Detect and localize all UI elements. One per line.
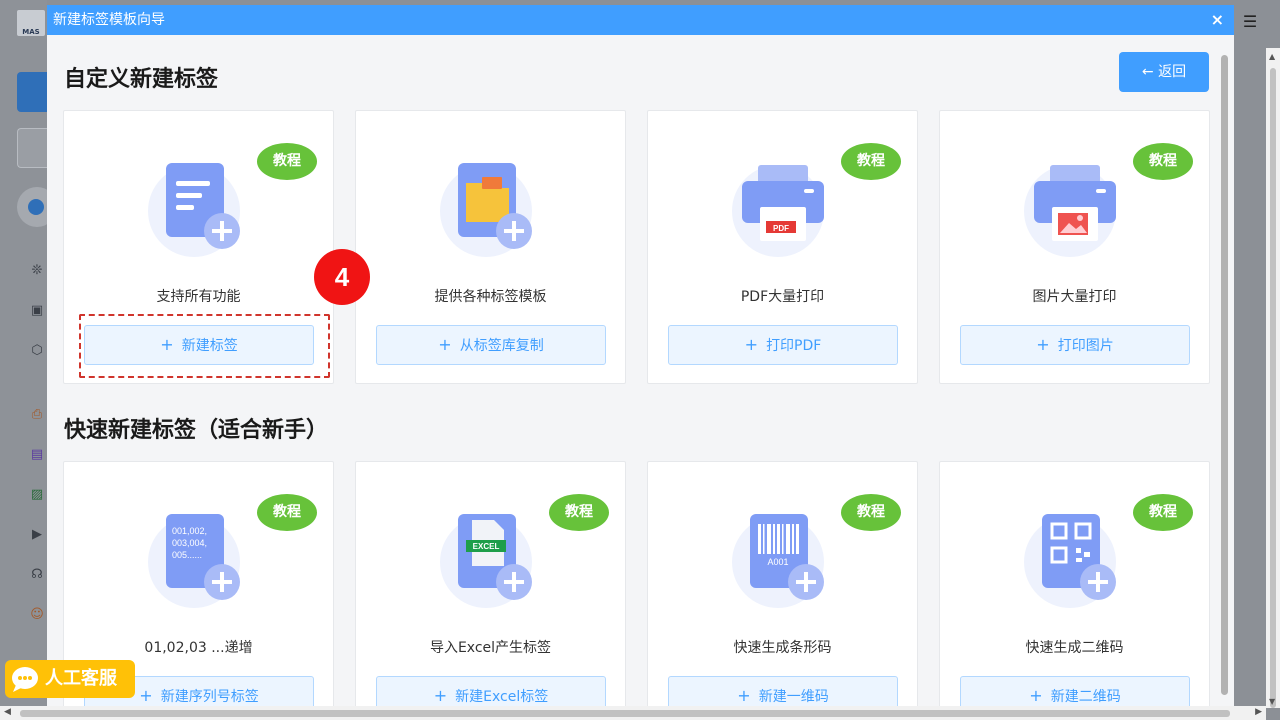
card-new-label: 教程 支持所有功能 + 新建标签 — [63, 110, 334, 384]
step-number-badge: 4 — [314, 249, 370, 305]
new-qrcode-button[interactable]: + 新建二维码 — [960, 676, 1190, 706]
back-button-label: 返回 — [1158, 64, 1187, 80]
new-excel-label-button[interactable]: + 新建Excel标签 — [376, 676, 606, 706]
horizontal-scrollbar[interactable]: ◀ ▶ — [0, 706, 1266, 720]
print-pdf-button-label: 打印PDF — [766, 338, 822, 354]
serial-line-1: 001,002, — [172, 526, 207, 536]
tutorial-badge[interactable]: 教程 — [841, 494, 901, 531]
new-label-wizard-dialog: 新建标签模板向导 × 自定义新建标签 ← 返回 教程 支持所有功能 +新建标签 — [47, 5, 1234, 706]
scroll-left-icon[interactable]: ◀ — [4, 707, 11, 717]
section-title-custom: 自定义新建标签 — [64, 67, 219, 92]
qrcode-icon — [1024, 514, 1116, 608]
video-icon: ▶ — [32, 527, 42, 542]
background-secondary-button — [17, 128, 47, 168]
image-icon: ▨ — [30, 487, 44, 502]
tutorial-badge[interactable]: 教程 — [257, 143, 317, 180]
plus-icon: + — [438, 335, 452, 354]
printer-pdf-icon: PDF — [732, 165, 824, 257]
tutorial-badge[interactable]: 教程 — [257, 494, 317, 531]
card-caption: 01,02,03 ...递增 — [144, 640, 253, 656]
card-print-image: 教程 图片大量打印 + 打印图片 — [939, 110, 1210, 384]
label-icon: ▣ — [30, 303, 44, 318]
print-image-button[interactable]: + 打印图片 — [960, 325, 1190, 365]
pdf-icon: ▤ — [30, 447, 44, 462]
card-qrcode: 教程 快速生成二维码 + 新建二维码 — [939, 461, 1210, 706]
copy-from-library-button-label: 从标签库复制 — [459, 338, 544, 354]
plus-icon: + — [1029, 686, 1043, 705]
new-qrcode-button-label: 新建二维码 — [1050, 689, 1121, 705]
plus-icon: + — [1036, 335, 1050, 354]
arrow-left-icon: ← — [1141, 64, 1154, 80]
dialog-vertical-scrollbar[interactable] — [1219, 55, 1229, 695]
card-barcode: 教程 A001 快速生成条形码 + 新建一维码 — [647, 461, 918, 706]
printer-icon: ⎙ — [31, 407, 43, 422]
print-image-button-label: 打印图片 — [1057, 338, 1114, 354]
card-print-pdf: 教程 PDF PDF大量打印 + 打印PDF — [647, 110, 918, 384]
printer-image-icon — [1024, 165, 1116, 257]
close-icon[interactable]: × — [1211, 5, 1224, 35]
user-icon: ☺ — [30, 607, 44, 622]
section-title-quick: 快速新建标签（适合新手） — [64, 418, 329, 443]
outer-scroll-thumb[interactable] — [1270, 68, 1276, 708]
sparkle-icon: ❊ — [31, 263, 43, 278]
back-button[interactable]: ← 返回 — [1119, 52, 1209, 92]
new-serial-label-button-label: 新建序列号标签 — [160, 689, 259, 705]
outer-vertical-scrollbar[interactable]: ▲ ▼ — [1266, 48, 1280, 708]
plus-icon: + — [139, 686, 153, 705]
chat-bubble-icon — [12, 667, 38, 692]
scroll-down-icon[interactable]: ▼ — [1269, 697, 1275, 706]
tutorial-badge[interactable]: 教程 — [1133, 494, 1193, 531]
barcode-text: A001 — [767, 557, 788, 567]
scroll-right-icon[interactable]: ▶ — [1255, 707, 1262, 717]
card-excel: 教程 EXCEL 导入Excel产生标签 + 新建Excel标签 — [355, 461, 626, 706]
new-barcode-button[interactable]: + 新建一维码 — [668, 676, 898, 706]
customer-service-label: 人工客服 — [45, 668, 117, 689]
dialog-scroll-thumb[interactable] — [1221, 55, 1228, 695]
excel-tag: EXCEL — [473, 542, 500, 551]
card-caption: 导入Excel产生标签 — [429, 640, 552, 656]
serial-number-icon: 001,002, 003,004, 005...... — [148, 514, 240, 608]
copy-from-library-button[interactable]: + 从标签库复制 — [376, 325, 606, 365]
card-caption: 支持所有功能 — [156, 289, 241, 305]
card-caption: 提供各种标签模板 — [434, 289, 547, 305]
box-icon: ⬡ — [31, 343, 43, 358]
plus-icon: + — [737, 686, 751, 705]
serial-line-2: 003,004, — [172, 538, 207, 548]
menu-icon[interactable]: ☰ — [1240, 12, 1260, 32]
tutorial-badge[interactable]: 教程 — [549, 494, 609, 531]
folder-plus-icon — [440, 163, 532, 257]
new-excel-label-button-label: 新建Excel标签 — [455, 689, 549, 705]
dialog-title: 新建标签模板向导 — [53, 12, 165, 28]
card-caption: 快速生成二维码 — [1025, 640, 1124, 656]
app-logo: MAS — [17, 10, 45, 36]
pdf-tag: PDF — [773, 224, 789, 233]
dialog-header: 新建标签模板向导 × — [47, 5, 1234, 35]
print-pdf-button[interactable]: + 打印PDF — [668, 325, 898, 365]
card-caption: 快速生成条形码 — [733, 640, 832, 656]
scroll-up-icon[interactable]: ▲ — [1269, 52, 1275, 61]
background-primary-button — [17, 72, 47, 112]
excel-icon: EXCEL — [440, 514, 532, 608]
background-sidebar: MAS ❊ ▣ ⬡ ⎙ ▤ ▨ ▶ ☊ ☺ — [0, 0, 57, 706]
horizontal-scroll-thumb[interactable] — [20, 710, 1230, 717]
document-plus-icon — [148, 163, 240, 257]
card-caption: PDF大量打印 — [740, 289, 825, 305]
barcode-icon: A001 — [732, 514, 824, 608]
customer-service-button[interactable]: 人工客服 — [5, 660, 135, 698]
headset-icon: ☊ — [31, 567, 43, 582]
highlight-frame — [79, 314, 330, 378]
new-barcode-button-label: 新建一维码 — [758, 689, 829, 705]
serial-line-3: 005...... — [172, 550, 202, 560]
dialog-body: 自定义新建标签 ← 返回 教程 支持所有功能 + 新建标签 提供各种标签模板 +… — [47, 35, 1234, 706]
card-caption: 图片大量打印 — [1032, 289, 1117, 305]
tutorial-badge[interactable]: 教程 — [1133, 143, 1193, 180]
plus-icon: + — [744, 335, 759, 354]
tutorial-badge[interactable]: 教程 — [841, 143, 901, 180]
plus-icon: + — [433, 686, 448, 705]
card-copy-from-library: 提供各种标签模板 + 从标签库复制 — [355, 110, 626, 384]
